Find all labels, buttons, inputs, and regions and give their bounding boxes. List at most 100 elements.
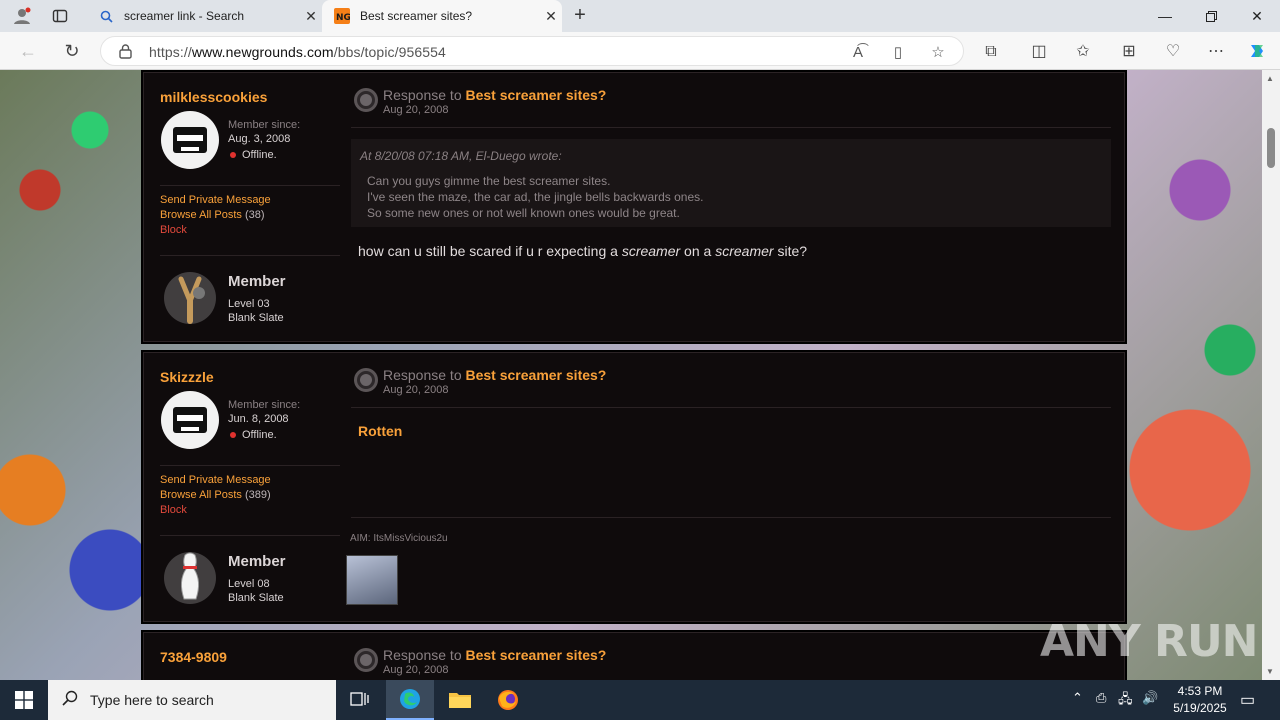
search-icon (62, 690, 78, 711)
forum-post: milklesscookies Member since: Aug. 3, 20… (143, 72, 1125, 342)
status-text: Offline. (242, 149, 277, 161)
tab-actions-icon[interactable] (46, 4, 74, 28)
user-avatar[interactable] (161, 391, 219, 449)
search-placeholder: Type here to search (90, 692, 214, 708)
sidebar-divider (160, 535, 340, 536)
favorite-star-icon[interactable]: ☆ (929, 44, 947, 62)
browser-titlebar: screamer link - Search ✕ NG Best screame… (0, 0, 1280, 32)
user-avatar[interactable] (161, 111, 219, 169)
new-tab-button[interactable]: + (566, 4, 594, 28)
volume-icon[interactable]: 🔊 (1142, 690, 1158, 706)
post-username[interactable]: 7384-9809 (160, 649, 227, 665)
favorites-icon[interactable]: ✩ (1072, 41, 1094, 63)
rank-level: Level 08 Blank Slate (228, 577, 284, 605)
response-line: Response to Best screamer sites? (383, 647, 606, 663)
read-aloud-icon[interactable]: A͡ (849, 44, 867, 62)
quote-body: Can you guys gimme the best screamer sit… (367, 173, 703, 221)
post-bullet-icon (354, 368, 378, 392)
back-icon[interactable]: ← (14, 37, 42, 65)
more-menu-icon[interactable]: ⋯ (1205, 41, 1227, 63)
page-scrollbar[interactable]: ▲ ▼ (1262, 70, 1280, 680)
profile-icon[interactable] (8, 4, 36, 28)
quote-line: I've seen the maze, the car ad, the jing… (367, 190, 704, 204)
browse-posts-row: Browse All Posts (389) (160, 489, 271, 501)
anyrun-watermark: ANY RUN (1040, 616, 1258, 667)
join-date: Jun. 8, 2008 (228, 413, 289, 425)
minimize-button[interactable]: — (1142, 0, 1188, 32)
rank-name: Blank Slate (228, 592, 284, 604)
topic-link[interactable]: Best screamer sites? (466, 647, 607, 663)
tab-search[interactable]: screamer link - Search ✕ (86, 0, 322, 32)
topic-link[interactable]: Best screamer sites? (466, 367, 607, 383)
scroll-down-icon[interactable]: ▼ (1266, 667, 1274, 676)
copilot-icon[interactable] (1246, 41, 1268, 63)
post-date: Aug 20, 2008 (383, 664, 449, 676)
close-window-button[interactable]: ✕ (1234, 0, 1280, 32)
notifications-icon[interactable]: ▭ (1240, 690, 1255, 710)
address-bar[interactable]: https://www.newgrounds.com/bbs/topic/956… (100, 36, 964, 66)
tab-newgrounds[interactable]: NG Best screamer sites? ✕ (322, 0, 562, 32)
send-private-message-link[interactable]: Send Private Message (160, 473, 271, 488)
rank-title: Member (228, 553, 286, 570)
post-username[interactable]: Skizzzle (160, 369, 214, 385)
body-part: on a (680, 243, 716, 259)
clock-date: 5/19/2025 (1173, 701, 1227, 715)
post-bullet-icon (354, 648, 378, 672)
chevron-up-icon[interactable]: ⌃ (1072, 690, 1083, 706)
url-path: /bbs/topic/956554 (333, 44, 446, 60)
signature-image (346, 555, 398, 605)
split-screen-icon[interactable]: ◫ (1028, 41, 1050, 63)
close-tab-icon[interactable]: ✕ (300, 8, 322, 25)
taskbar-search[interactable]: Type here to search (48, 680, 336, 720)
refresh-icon[interactable]: ↻ (58, 37, 86, 65)
tab-title: screamer link - Search (124, 9, 245, 23)
scroll-thumb[interactable] (1267, 128, 1275, 168)
task-view-icon[interactable] (336, 680, 384, 720)
tab-title: Best screamer sites? (360, 9, 473, 23)
meet-now-icon[interactable]: ⎙ (1096, 690, 1106, 706)
svg-text:NG: NG (336, 13, 350, 23)
edge-taskbar-icon[interactable] (386, 680, 434, 720)
extensions-icon[interactable]: ⧉ (980, 41, 1002, 63)
immersive-reader-icon[interactable]: ▯ (889, 44, 907, 62)
post-count: (38) (244, 209, 265, 221)
windows-taskbar: Type here to search ⌃ ⎙ 🖧 🔊 4:53 PM 5/19… (0, 680, 1280, 720)
post-header: Response to Best screamer sites? Aug 20,… (354, 87, 606, 116)
signature-divider (351, 517, 1111, 518)
browser-toolbar: ← ↻ https://www.newgrounds.com/bbs/topic… (0, 32, 1280, 70)
rank-title: Member (228, 273, 286, 290)
post-count: (389) (244, 489, 271, 501)
forum-post: 7384-9809 Response to Best screamer site… (143, 632, 1125, 680)
newgrounds-logo-icon: NG (334, 8, 350, 24)
quote-header: At 8/20/08 07:18 AM, El-Duego wrote: (360, 149, 562, 163)
browse-all-posts-link[interactable]: Browse All Posts (160, 489, 242, 501)
file-explorer-icon[interactable] (436, 680, 484, 720)
block-link[interactable]: Block (160, 503, 271, 518)
lock-icon (119, 44, 133, 60)
post-date: Aug 20, 2008 (383, 104, 449, 116)
post-header-divider (351, 407, 1111, 408)
send-private-message-link[interactable]: Send Private Message (160, 193, 271, 208)
collections-icon[interactable]: ⊞ (1118, 41, 1140, 63)
taskbar-clock[interactable]: 4:53 PM 5/19/2025 (1160, 683, 1240, 717)
network-icon[interactable]: 🖧 (1118, 690, 1133, 712)
close-tab-icon[interactable]: ✕ (540, 8, 562, 25)
browser-essentials-icon[interactable]: ♡ (1162, 41, 1184, 63)
start-button[interactable] (0, 680, 48, 720)
status-text: Offline. (242, 429, 277, 441)
restore-button[interactable] (1188, 0, 1234, 32)
bowling-pin-rank-icon (161, 549, 219, 607)
post-username[interactable]: milklesscookies (160, 89, 267, 105)
topic-link[interactable]: Best screamer sites? (466, 87, 607, 103)
browse-all-posts-link[interactable]: Browse All Posts (160, 209, 242, 221)
post-header: Response to Best screamer sites? Aug 20,… (354, 367, 606, 396)
response-line: Response to Best screamer sites? (383, 367, 606, 383)
quote-line: So some new ones or not well known ones … (367, 206, 680, 220)
block-link[interactable]: Block (160, 223, 271, 238)
post-body: how can u still be scared if u r expecti… (358, 243, 807, 259)
scroll-up-icon[interactable]: ▲ (1266, 74, 1274, 83)
quote-block: At 8/20/08 07:18 AM, El-Duego wrote: Can… (351, 139, 1111, 227)
response-prefix: Response to (383, 367, 462, 383)
url-text[interactable]: https://www.newgrounds.com/bbs/topic/956… (149, 44, 446, 60)
firefox-icon[interactable] (484, 680, 532, 720)
